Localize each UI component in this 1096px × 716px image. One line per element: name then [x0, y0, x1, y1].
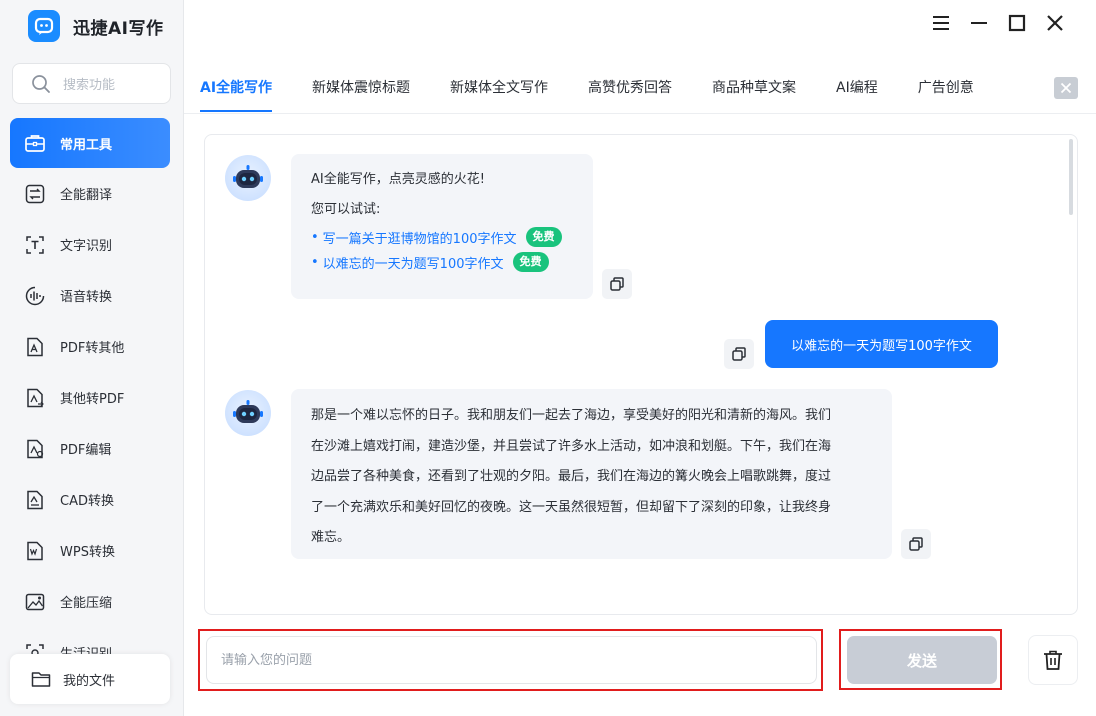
ai-reply-message: 那是一个难以忘怀的日子。我和朋友们一起去了海边，享受美好的阳光和清新的海风。我们…: [291, 389, 892, 559]
sidebar-item-compress[interactable]: 全能压缩: [10, 576, 170, 627]
welcome-hint: 您可以试试:: [311, 202, 381, 217]
sidebar-item-label: CAD转换: [60, 494, 114, 509]
voice-icon: [24, 285, 46, 307]
clear-chat-button[interactable]: [1028, 635, 1078, 685]
copy-icon: [909, 537, 923, 551]
window-controls: [922, 12, 1074, 34]
sidebar-item-label: 常用工具: [60, 137, 113, 153]
welcome-message: AI全能写作，点亮灵感的火花! 您可以试试: • 写一篇关于逛博物馆的100字作…: [291, 154, 593, 299]
suggestion-item[interactable]: • 写一篇关于逛博物馆的100字作文 免费: [311, 226, 573, 248]
suggestion-text: 写一篇关于逛博物馆的100字作文: [322, 231, 517, 247]
robot-icon: [233, 165, 263, 188]
folder-icon: [31, 672, 51, 687]
chat-scrollbar[interactable]: [1069, 139, 1073, 215]
trash-icon: [1044, 650, 1062, 670]
compress-icon: [24, 591, 46, 613]
toolbox-icon: [24, 132, 46, 154]
ai-avatar: [225, 155, 271, 201]
send-button[interactable]: 发送: [847, 636, 997, 684]
close-icon: [1047, 15, 1063, 31]
user-message: 以难忘的一天为题写100字作文: [765, 320, 998, 368]
sidebar-item-translate[interactable]: 全能翻译: [10, 168, 170, 219]
tabs-divider: [184, 113, 1096, 114]
question-input-highlight: [198, 629, 823, 691]
copy-button[interactable]: [724, 339, 754, 369]
sidebar-item-life-scan[interactable]: 生活识别: [10, 627, 170, 656]
reply-line: 那是一个难以忘怀的日子。我和朋友们一起去了海边，享受美好的阳光和清新的海风。我们: [311, 408, 832, 423]
menu-icon: [933, 16, 949, 30]
sidebar-item-voice[interactable]: 语音转换: [10, 270, 170, 321]
tab-close-button[interactable]: [1054, 77, 1078, 99]
sidebar-item-label: 全能翻译: [60, 188, 113, 203]
robot-icon: [233, 400, 263, 423]
pdf-convert-icon: [24, 336, 46, 358]
sidebar-item-label: 全能压缩: [60, 596, 113, 611]
tab-top-answers[interactable]: 高赞优秀回答: [588, 68, 672, 108]
copy-button[interactable]: [901, 529, 931, 559]
tab-ai-writing[interactable]: AI全能写作: [200, 68, 273, 112]
feature-tabs: AI全能写作 新媒体震惊标题 新媒体全文写作 高赞优秀回答 商品种草文案 AI编…: [200, 68, 1014, 114]
close-window-button[interactable]: [1036, 12, 1074, 34]
sidebar-item-pdf-convert[interactable]: PDF转其他: [10, 321, 170, 372]
tab-shock-title[interactable]: 新媒体震惊标题: [312, 68, 410, 108]
send-button-highlight: 发送: [839, 629, 1002, 690]
sidebar-item-label: PDF编辑: [60, 443, 112, 458]
ai-avatar: [225, 390, 271, 436]
welcome-line: AI全能写作，点亮灵感的火花!: [311, 172, 485, 187]
tab-ad-creative[interactable]: 广告创意: [918, 68, 974, 108]
my-files-button[interactable]: 我的文件: [10, 654, 170, 704]
sidebar-item-cad[interactable]: CAD转换: [10, 474, 170, 525]
copy-button[interactable]: [602, 269, 632, 299]
question-input[interactable]: [221, 652, 816, 668]
tab-ai-coding[interactable]: AI编程: [836, 68, 878, 108]
menu-button[interactable]: [922, 12, 960, 34]
minimize-icon: [971, 22, 987, 24]
sidebar-item-label: 语音转换: [60, 290, 113, 305]
to-pdf-icon: [24, 387, 46, 409]
reply-line: 在沙滩上嬉戏打闹，建造沙堡，并且尝试了许多水上活动，如冲浪和划艇。下午，我们在海: [311, 438, 832, 454]
reply-line: 了一个充满欢乐和美好回忆的夜晚。这一天虽然很短暂，但却留下了深刻的印象，让我终身: [311, 499, 832, 515]
tab-fulltext[interactable]: 新媒体全文写作: [450, 68, 548, 108]
sidebar-item-wps[interactable]: WPS转换: [10, 525, 170, 576]
cad-icon: [24, 489, 46, 511]
sidebar-item-pdf-edit[interactable]: PDF编辑: [10, 423, 170, 474]
free-badge: 免费: [512, 252, 549, 272]
reply-line: 难忘。: [311, 530, 351, 545]
free-badge: 免费: [525, 227, 562, 247]
suggestion-item[interactable]: • 以难忘的一天为题写100字作文 免费: [311, 251, 573, 273]
copy-icon: [610, 277, 624, 291]
suggestion-text: 以难忘的一天为题写100字作文: [322, 256, 504, 272]
question-input-box[interactable]: [206, 636, 817, 684]
copy-icon: [732, 347, 746, 361]
close-icon: [1060, 82, 1072, 94]
pdf-edit-icon: [24, 438, 46, 460]
translate-icon: [24, 183, 46, 205]
wps-icon: [24, 540, 46, 562]
my-files-label: 我的文件: [63, 673, 116, 689]
sidebar-item-label: WPS转换: [60, 545, 115, 560]
sidebar-item-label: 其他转PDF: [60, 392, 125, 407]
maximize-button[interactable]: [998, 12, 1036, 34]
chat-panel: AI全能写作，点亮灵感的火花! 您可以试试: • 写一篇关于逛博物馆的100字作…: [204, 134, 1078, 615]
sidebar-menu: 常用工具 全能翻译 文字识别 语音转换 PDF转其他 其他转PDF PDF编辑: [10, 118, 170, 656]
sidebar-item-ocr[interactable]: 文字识别: [10, 219, 170, 270]
sidebar-item-label: PDF转其他: [60, 341, 125, 356]
tab-product-copy[interactable]: 商品种草文案: [712, 68, 796, 108]
minimize-button[interactable]: [960, 12, 998, 34]
sidebar-item-label: 文字识别: [60, 239, 113, 254]
sidebar-item-to-pdf[interactable]: 其他转PDF: [10, 372, 170, 423]
text-ocr-icon: [24, 234, 46, 256]
sidebar: 迅捷AI写作 搜索功能 常用工具 全能翻译 文字识别 语音转换 PDF转其他 其…: [0, 0, 184, 716]
reply-line: 边品尝了各种美食，还看到了壮观的夕阳。最后，我们在海边的篝火晚会上唱歌跳舞，度过: [311, 469, 832, 484]
sidebar-item-common-tools[interactable]: 常用工具: [10, 118, 170, 168]
maximize-icon: [1008, 14, 1026, 32]
